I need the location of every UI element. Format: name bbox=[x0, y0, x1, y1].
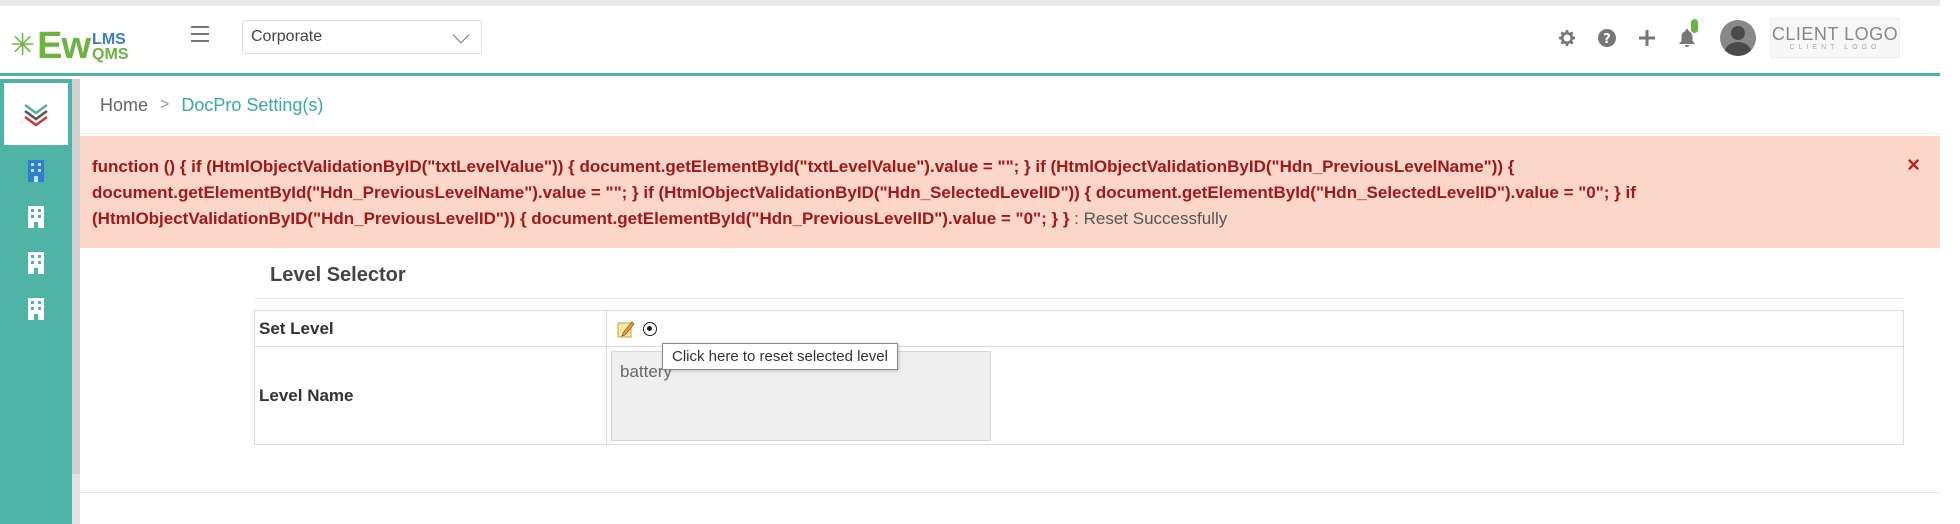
alert-message: : Reset Successfully bbox=[1069, 209, 1228, 228]
notification-badge bbox=[1691, 19, 1698, 33]
sidebar-item-building-active[interactable] bbox=[22, 157, 50, 185]
svg-text:?: ? bbox=[1603, 32, 1611, 47]
plus-icon[interactable] bbox=[1634, 25, 1660, 51]
table-row: Level Name battery bbox=[254, 346, 1904, 445]
building-icon bbox=[28, 252, 44, 274]
avatar[interactable] bbox=[1720, 20, 1756, 56]
building-icon bbox=[28, 206, 44, 228]
reset-level-icon[interactable] bbox=[643, 321, 657, 336]
sidebar-scrollbar-thumb[interactable] bbox=[72, 79, 80, 474]
logo-star-icon: ✳ bbox=[10, 29, 36, 62]
breadcrumb-home[interactable]: Home bbox=[100, 95, 148, 116]
divider bbox=[80, 492, 1940, 493]
alert-banner: function () { if (HtmlObjectValidationBy… bbox=[80, 136, 1940, 248]
building-icon bbox=[28, 160, 44, 182]
bell-icon[interactable] bbox=[1674, 19, 1700, 51]
left-sidebar bbox=[0, 79, 72, 524]
breadcrumb-separator: > bbox=[160, 96, 170, 113]
level-selector-table: Set Level Level Name battery bbox=[254, 310, 1904, 445]
sidebar-item-building[interactable] bbox=[22, 249, 50, 277]
logo-lms: LMS bbox=[92, 31, 126, 48]
sidebar-scrollbar[interactable] bbox=[72, 79, 80, 524]
sidebar-item-building[interactable] bbox=[22, 295, 50, 323]
header-actions: ? CLIENT LOGO CLIENT LOGO bbox=[1554, 16, 1900, 60]
divider bbox=[80, 133, 1940, 134]
set-level-cell bbox=[606, 310, 1904, 347]
gear-icon[interactable] bbox=[1554, 25, 1580, 51]
organization-select-value: Corporate bbox=[251, 28, 323, 45]
client-logo-text: CLIENT LOGO bbox=[1771, 23, 1899, 44]
menu-icon[interactable] bbox=[188, 22, 212, 46]
top-header: ✳ Ew LMS QMS Corporate ? CLIENT LOGO CLI… bbox=[0, 0, 1940, 76]
client-logo: CLIENT LOGO CLIENT LOGO bbox=[1770, 18, 1900, 58]
double-chevron-down-icon bbox=[24, 103, 48, 127]
chevron-down-icon bbox=[452, 26, 470, 44]
organization-select[interactable]: Corporate bbox=[242, 20, 482, 54]
table-row: Set Level bbox=[254, 310, 1904, 347]
level-name-label: Level Name bbox=[254, 346, 607, 445]
close-icon[interactable]: × bbox=[1907, 154, 1920, 176]
client-logo-subtext: CLIENT LOGO bbox=[1789, 43, 1881, 51]
sidebar-item-building[interactable] bbox=[22, 203, 50, 231]
edit-icon[interactable] bbox=[617, 320, 635, 338]
panel-title: Level Selector bbox=[254, 253, 1904, 299]
breadcrumb-current[interactable]: DocPro Setting(s) bbox=[181, 95, 323, 116]
logo-qms: QMS bbox=[92, 46, 129, 63]
building-icon bbox=[28, 298, 44, 320]
help-icon[interactable]: ? bbox=[1594, 25, 1620, 51]
logo-suffix: LMS QMS bbox=[92, 31, 129, 63]
reset-tooltip: Click here to reset selected level bbox=[662, 343, 898, 370]
sidebar-collapse-toggle[interactable] bbox=[4, 83, 68, 145]
app-logo[interactable]: ✳ Ew LMS QMS bbox=[10, 16, 129, 66]
logo-text: Ew bbox=[37, 25, 91, 67]
alert-error-text: function () { if (HtmlObjectValidationBy… bbox=[92, 157, 1636, 228]
breadcrumb: Home > DocPro Setting(s) bbox=[100, 92, 323, 118]
set-level-label: Set Level bbox=[254, 310, 607, 347]
